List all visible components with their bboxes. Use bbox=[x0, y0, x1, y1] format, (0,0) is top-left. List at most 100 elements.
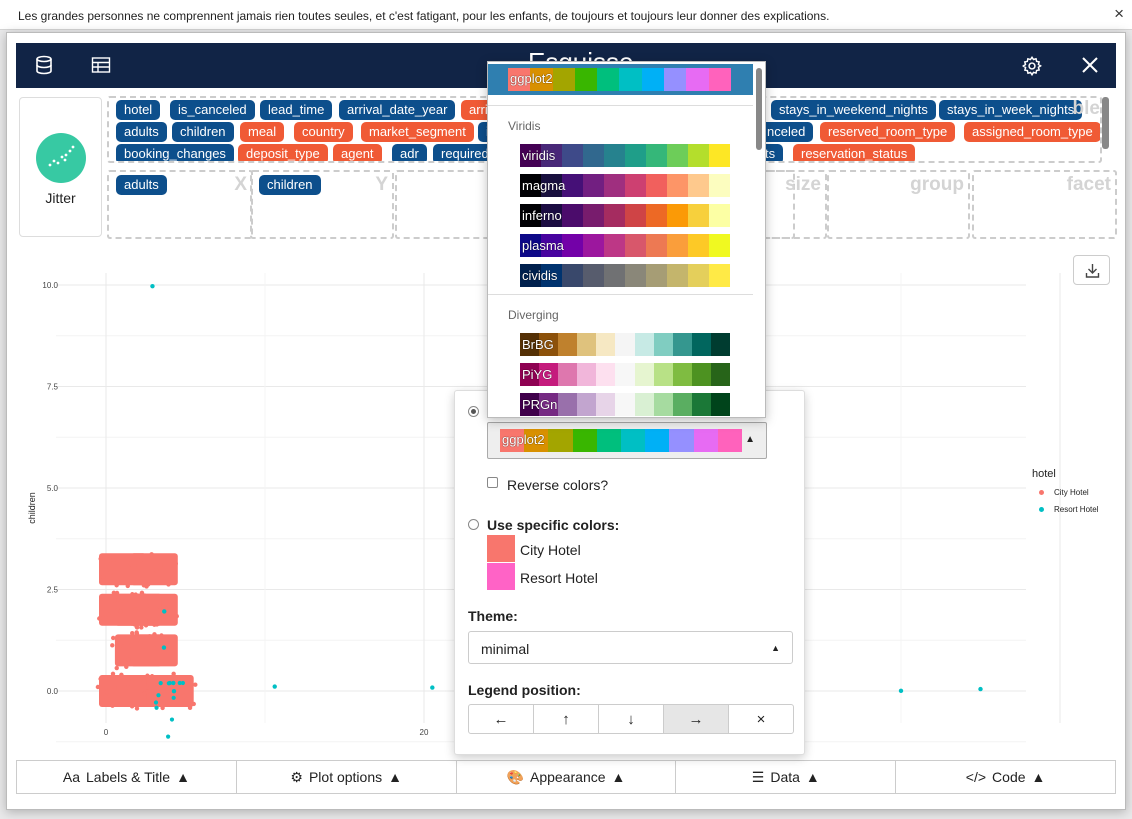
palette-option-PRGn[interactable]: PRGn bbox=[488, 390, 753, 417]
legend-right-button[interactable]: → bbox=[664, 705, 729, 733]
dropzone-label: size bbox=[785, 174, 821, 195]
variable-booking-changes[interactable]: booking_changes bbox=[116, 144, 234, 161]
tab-plot-options[interactable]: ⚙ Plot options ▲ bbox=[237, 761, 457, 793]
city-hotel-point bbox=[98, 676, 103, 682]
resort-hotel-point bbox=[169, 717, 175, 722]
tab-data[interactable]: ☰ Data ▲ bbox=[676, 761, 897, 793]
option-name: BrBG bbox=[522, 337, 554, 352]
city-hotel-point bbox=[108, 570, 114, 575]
resort-hotel-point bbox=[150, 283, 155, 289]
variable-children[interactable]: children bbox=[172, 122, 234, 142]
variable-is-canceled[interactable]: is_canceled bbox=[170, 100, 255, 120]
dropdown-separator bbox=[488, 105, 753, 106]
city-hotel-point bbox=[138, 557, 144, 563]
variable-adults[interactable]: adults bbox=[116, 122, 167, 142]
city-hotel-point bbox=[152, 632, 157, 637]
palette-option-plasma[interactable]: plasma bbox=[488, 231, 753, 261]
city-hotel-point bbox=[166, 582, 171, 587]
resort-hotel-point bbox=[156, 693, 161, 698]
variable-adr[interactable]: adr bbox=[392, 144, 427, 161]
settings-icon[interactable] bbox=[1021, 55, 1043, 82]
city-color-swatch[interactable] bbox=[487, 535, 515, 562]
theme-label: Theme: bbox=[468, 608, 518, 624]
variable-arrival-date-year[interactable]: arrival_date_year bbox=[339, 100, 456, 120]
appearance-panel: ggplot2 ▲ Reverse colors? Use specific c… bbox=[454, 390, 805, 755]
city-hotel-point bbox=[122, 660, 127, 665]
caret-down-icon: ▲ bbox=[771, 643, 780, 653]
text-format-icon: Aa bbox=[62, 769, 80, 785]
download-button[interactable] bbox=[1073, 255, 1110, 285]
geom-selector[interactable]: Jitter bbox=[19, 97, 102, 237]
tab-labels-title[interactable]: Aa Labels & Title ▲ bbox=[17, 761, 237, 793]
option-name: inferno bbox=[522, 208, 562, 223]
theme-value: minimal bbox=[481, 641, 530, 657]
palette-option-BrBG[interactable]: BrBG bbox=[488, 330, 753, 360]
palette-option-cividis[interactable]: cividis bbox=[488, 261, 753, 291]
city-hotel-cluster bbox=[146, 675, 194, 707]
city-hotel-point bbox=[193, 682, 198, 687]
dropzone-group[interactable]: group bbox=[827, 170, 970, 239]
city-hotel-point bbox=[98, 556, 103, 561]
dropdown-separator bbox=[488, 294, 753, 295]
variable-stays-in-week-nights[interactable]: stays_in_week_nights bbox=[939, 100, 1083, 120]
palette-radio[interactable] bbox=[468, 406, 479, 417]
tab-code[interactable]: </> Code ▲ bbox=[896, 761, 1115, 793]
legend-none-button[interactable]: × bbox=[729, 705, 793, 733]
city-hotel-point bbox=[154, 567, 159, 573]
info-banner: Les grandes personnes ne comprennent jam… bbox=[0, 0, 1132, 30]
city-hotel-point bbox=[181, 693, 187, 699]
variable-meal[interactable]: meal bbox=[240, 122, 285, 142]
reverse-label: Reverse colors? bbox=[507, 477, 609, 493]
resort-hotel-point bbox=[161, 645, 167, 650]
close-icon[interactable] bbox=[1080, 55, 1100, 80]
city-hotel-point bbox=[118, 609, 123, 614]
dropzone-Y[interactable]: Ychildren bbox=[250, 170, 394, 239]
legend-item-city: City Hotel bbox=[1054, 488, 1089, 497]
legend-bottom-button[interactable]: ↓ bbox=[599, 705, 664, 733]
tab-appearance[interactable]: 🎨 Appearance ▲ bbox=[457, 761, 677, 793]
dropzone-X[interactable]: Xadults bbox=[107, 170, 253, 239]
palette-option-ggplot2[interactable]: ggplot2 bbox=[488, 64, 753, 95]
dropzone-value-adults[interactable]: adults bbox=[116, 175, 167, 195]
legend-top-button[interactable]: ↑ bbox=[534, 705, 599, 733]
city-hotel-point bbox=[171, 671, 176, 677]
reverse-checkbox[interactable] bbox=[487, 477, 498, 488]
banner-close-icon[interactable]: × bbox=[1114, 4, 1124, 24]
resort-hotel-point bbox=[171, 689, 177, 694]
dropzone-label: X bbox=[234, 174, 247, 195]
resort-color-swatch[interactable] bbox=[487, 563, 515, 590]
variable-nceled[interactable]: nceled bbox=[759, 122, 814, 142]
variables-scrollbar[interactable] bbox=[1102, 97, 1109, 149]
dropzone-value-children[interactable]: children bbox=[259, 175, 321, 195]
variable-hotel[interactable]: hotel bbox=[116, 100, 161, 120]
variable-market-segment[interactable]: market_segment bbox=[361, 122, 474, 142]
theme-select[interactable]: minimal ▲ bbox=[468, 631, 793, 664]
variable-country[interactable]: country bbox=[294, 122, 353, 142]
database-icon[interactable] bbox=[34, 55, 54, 80]
tab-label: Appearance bbox=[530, 769, 606, 785]
dropzone-facet[interactable]: facet bbox=[972, 170, 1117, 239]
palette-option-viridis[interactable]: viridis bbox=[488, 141, 753, 171]
palette-select[interactable]: ggplot2 ▲ bbox=[487, 422, 767, 459]
y-tick-label: 10.0 bbox=[42, 281, 58, 290]
dropdown-scrollbar[interactable] bbox=[756, 68, 762, 150]
x-tick-label: 20 bbox=[420, 728, 429, 737]
option-name: magma bbox=[522, 178, 566, 193]
variable-agent[interactable]: agent bbox=[333, 144, 382, 161]
palette-option-PiYG[interactable]: PiYG bbox=[488, 360, 753, 390]
option-name: ggplot2 bbox=[510, 71, 553, 86]
variable-deposit-type[interactable]: deposit_type bbox=[238, 144, 328, 161]
city-hotel-point bbox=[130, 554, 135, 559]
variable-reserved-room-type[interactable]: reserved_room_type bbox=[820, 122, 956, 142]
variable-assigned-room-type[interactable]: assigned_room_type bbox=[964, 122, 1100, 142]
legend-left-button[interactable]: ← bbox=[469, 705, 534, 733]
specific-colors-radio[interactable] bbox=[468, 519, 479, 530]
palette-option-magma[interactable]: magma bbox=[488, 171, 753, 201]
table-icon[interactable] bbox=[91, 55, 111, 80]
city-hotel-point bbox=[111, 554, 116, 560]
variable-lead-time[interactable]: lead_time bbox=[260, 100, 333, 120]
caret-up-icon: ▲ bbox=[745, 434, 755, 445]
variable-stays-in-weekend-nights[interactable]: stays_in_weekend_nights bbox=[771, 100, 936, 120]
palette-option-inferno[interactable]: inferno bbox=[488, 201, 753, 231]
variable-reservation-status[interactable]: reservation_status bbox=[793, 144, 916, 161]
